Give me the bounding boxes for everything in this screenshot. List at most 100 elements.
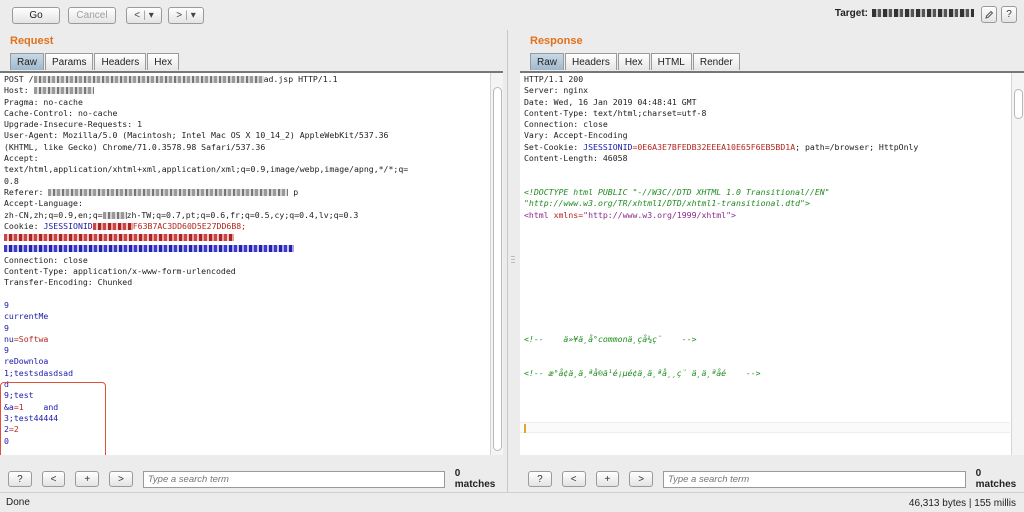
dropdown-separator: |: [185, 9, 188, 21]
response-tab-raw[interactable]: Raw: [530, 53, 565, 70]
code-line: zh-CN,zh;q=0.9,en;q= zh-TW;q=0.7,pt;q=0.6…: [4, 210, 488, 221]
code-token: zh-CN,zh;q=0.9,en;q=: [4, 209, 103, 220]
forward-button[interactable]: > | ▾: [168, 6, 204, 24]
request-search-bar: ? < + > 0 matches: [8, 468, 503, 490]
response-editor[interactable]: HTTP/1.1 200 Server: nginx Date: Wed, 16 J…: [520, 71, 1024, 455]
code-token: JSESSIONID: [583, 141, 633, 152]
code-line: 9: [4, 300, 488, 311]
chevron-down-icon: ▾: [148, 9, 154, 21]
code-token: (KHTML, like Gecko) Chrome/71.0.3578.98 …: [4, 141, 266, 152]
code-token: Accept-Language:: [4, 198, 83, 209]
code-line: Vary: Accept-Encoding: [524, 130, 1008, 141]
code-token: Vary: Accept-Encoding: [524, 130, 628, 141]
code-token: Content-Type: text/html;charset=utf-8: [524, 107, 707, 118]
cancel-button[interactable]: Cancel: [68, 6, 116, 24]
dropdown-separator: |: [143, 9, 146, 21]
code-token: Cache-Control: no-cache: [4, 107, 118, 118]
go-button[interactable]: Go: [12, 6, 60, 24]
code-token: 9: [4, 345, 9, 356]
code-line: Accept-Language:: [4, 198, 488, 209]
search-next-button[interactable]: >: [629, 471, 653, 487]
code-token: 1;testsdasdsad: [4, 367, 74, 378]
code-line: Connection: close: [524, 119, 1008, 130]
request-tab-raw[interactable]: Raw: [10, 53, 45, 70]
code-token: <!-- æ°å¢ä¸ä¸ªå®ä¹é¡µé¢ä¸ä¸ªå¸¸ç¨ ä¸ä¸ªå…: [524, 367, 761, 378]
response-tab-hex[interactable]: Hex: [617, 53, 650, 70]
code-line: 0.8: [4, 176, 488, 187]
code-line: (KHTML, like Gecko) Chrome/71.0.3578.98 …: [4, 142, 488, 153]
response-tab-headers[interactable]: Headers: [565, 53, 617, 70]
edit-target-button[interactable]: [981, 6, 997, 23]
status-text: Done: [6, 497, 30, 508]
response-tab-html[interactable]: HTML: [650, 53, 692, 70]
code-token: currentMe: [4, 311, 49, 322]
question-icon: ?: [1006, 9, 1012, 20]
request-tab-headers[interactable]: Headers: [94, 53, 147, 70]
panel-divider: [507, 30, 508, 492]
help-button[interactable]: ?: [1001, 6, 1017, 23]
code-token: ; path=/browser; HttpOnly: [795, 141, 919, 152]
response-panel: Response Raw Headers Hex HTML Render HTTP/1.…: [520, 30, 1024, 492]
scroll-thumb[interactable]: [493, 87, 502, 451]
code-line: 9: [4, 345, 488, 356]
response-search-bar: ? < + > 0 matches: [528, 468, 1024, 490]
code-line: currentMe: [4, 311, 488, 322]
code-token: Cookie:: [4, 220, 44, 231]
search-options-button[interactable]: +: [75, 471, 100, 487]
code-token: POST /: [4, 74, 34, 84]
response-search-input[interactable]: [663, 470, 966, 488]
code-token: Content-Type: application/x-www-form-url…: [4, 266, 236, 277]
response-scrollbar[interactable]: [1011, 73, 1024, 455]
code-token: xmlns=: [553, 209, 584, 220]
code-token: JSESSIONID: [43, 220, 93, 231]
code-line: [4, 232, 488, 243]
status-bar: Done 46,313 bytes | 155 millis: [0, 492, 1024, 512]
code-line: Connection: close: [4, 255, 488, 266]
response-text: HTTP/1.1 200 Server: nginx Date: Wed, 16 J…: [524, 74, 1008, 455]
code-line: Accept:: [4, 153, 488, 164]
pencil-icon: [985, 10, 994, 19]
code-token: Server: nginx: [524, 85, 589, 96]
code-line: User-Agent: Mozilla/5.0 (Macintosh; Inte…: [4, 130, 488, 141]
search-help-button[interactable]: ?: [528, 471, 552, 487]
code-line: "http://www.w3.org/TR/xhtml1/DTD/xhtml1-…: [524, 198, 1008, 209]
code-token: 9: [4, 322, 9, 333]
code-token: Transfer-Encoding: Chunked: [4, 277, 133, 288]
redacted-text: [33, 76, 264, 83]
code-line: Upgrade-Insecure-Requests: 1: [4, 119, 488, 130]
response-tabs: Raw Headers Hex HTML Render: [530, 53, 741, 70]
request-match-count: 0 matches: [454, 468, 496, 490]
divider-handle[interactable]: [510, 30, 516, 492]
code-line: <!-- ä»¥ä¸å°commonä¸­çå¼ç¨ -->: [524, 334, 1008, 345]
code-token: 9: [4, 299, 9, 310]
code-line: reDownloa: [4, 356, 488, 367]
back-button[interactable]: < | ▾: [126, 6, 162, 24]
code-token: text/html,application/xhtml+xml,applicat…: [4, 164, 409, 175]
search-help-button[interactable]: ?: [8, 471, 32, 487]
request-tab-hex[interactable]: Hex: [147, 53, 180, 70]
request-tab-params[interactable]: Params: [45, 53, 94, 70]
request-scrollbar[interactable]: [490, 73, 503, 455]
search-previous-button[interactable]: <: [41, 471, 66, 487]
code-token: zh-TW;q=0.7,pt;q=0.6,fr;q=0.5,cy;q=0.4,l…: [126, 209, 359, 220]
search-next-button[interactable]: >: [109, 471, 133, 487]
code-line: Referer: p: [4, 187, 488, 198]
request-editor[interactable]: POST / ad.jsp HTTP/1.1 Host: Pragma: no-ca…: [0, 71, 503, 455]
response-stats: 46,313 bytes | 155 millis: [908, 498, 1016, 509]
code-line: nu=Softwa: [4, 334, 488, 345]
search-previous-button[interactable]: <: [561, 471, 586, 487]
code-token: Content-Length: 46058: [524, 153, 628, 164]
response-tab-render[interactable]: Render: [692, 53, 740, 70]
scroll-thumb[interactable]: [1014, 89, 1023, 119]
search-options-button[interactable]: +: [595, 471, 620, 487]
code-token: Set-Cookie:: [524, 141, 584, 152]
request-search-input[interactable]: [142, 470, 445, 488]
target-label: Target:: [834, 8, 868, 19]
